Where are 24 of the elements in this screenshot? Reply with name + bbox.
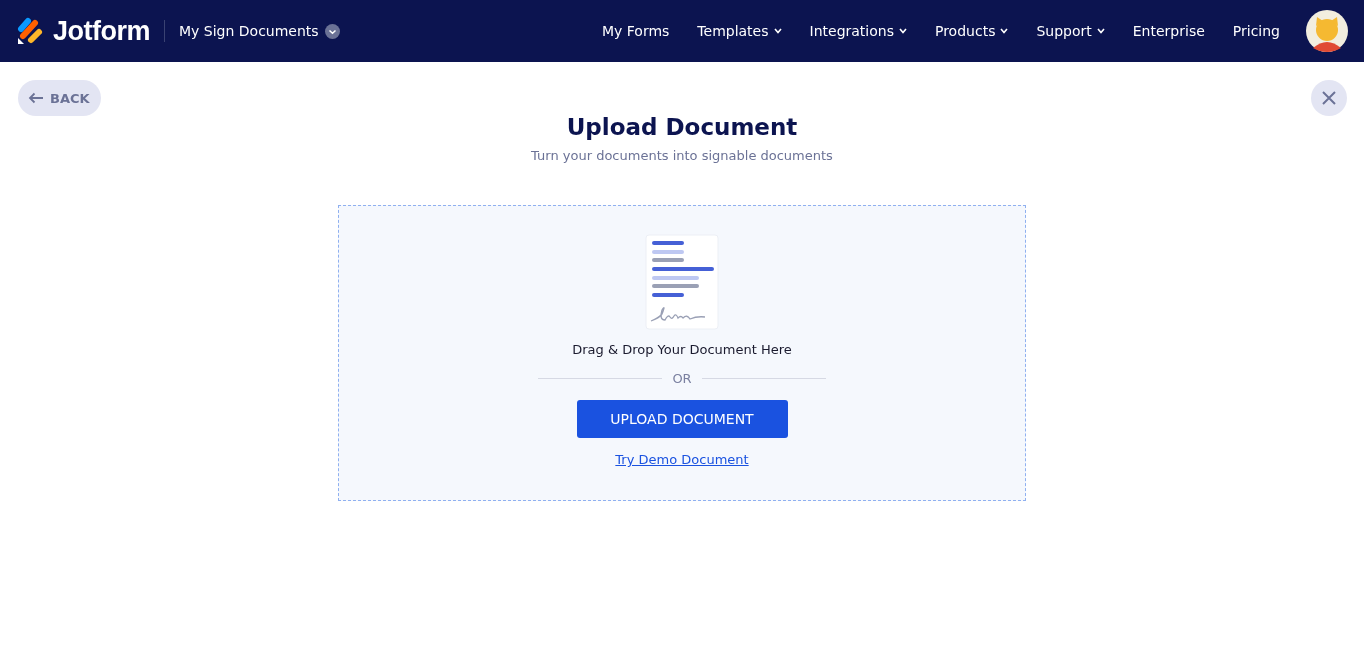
drop-zone[interactable]: Drag & Drop Your Document Here OR UPLOAD DOCUMENT Try Demo Document: [338, 205, 1026, 501]
nav-item[interactable]: Products: [920, 23, 1023, 39]
nav-item[interactable]: My Forms: [587, 23, 684, 39]
demo-link[interactable]: Try Demo Document: [615, 452, 749, 467]
nav-item[interactable]: Enterprise: [1118, 23, 1219, 39]
section-title[interactable]: My Sign Documents: [179, 23, 319, 39]
nav-item[interactable]: Templates: [683, 23, 796, 39]
arrow-left-icon: [28, 92, 44, 104]
nav-item[interactable]: Support: [1022, 23, 1119, 39]
logo-text[interactable]: Jotform: [53, 15, 150, 47]
upload-button[interactable]: UPLOAD DOCUMENT: [576, 400, 788, 438]
chevron-down-icon[interactable]: [324, 23, 340, 39]
nav-item[interactable]: Integrations: [795, 23, 921, 39]
close-button[interactable]: [1311, 80, 1347, 116]
or-separator: OR: [672, 371, 692, 386]
close-icon: [1322, 91, 1336, 105]
page-subtitle: Turn your documents into signable documents: [531, 148, 833, 163]
logo-icon: [17, 17, 45, 45]
back-button[interactable]: BACK: [18, 80, 101, 116]
nav-item[interactable]: Pricing: [1218, 23, 1294, 39]
page-title: Upload Document: [566, 114, 798, 140]
signed-document-icon: [645, 234, 719, 330]
avatar-icon[interactable]: [1306, 10, 1348, 52]
drop-hint: Drag & Drop Your Document Here: [572, 342, 792, 357]
